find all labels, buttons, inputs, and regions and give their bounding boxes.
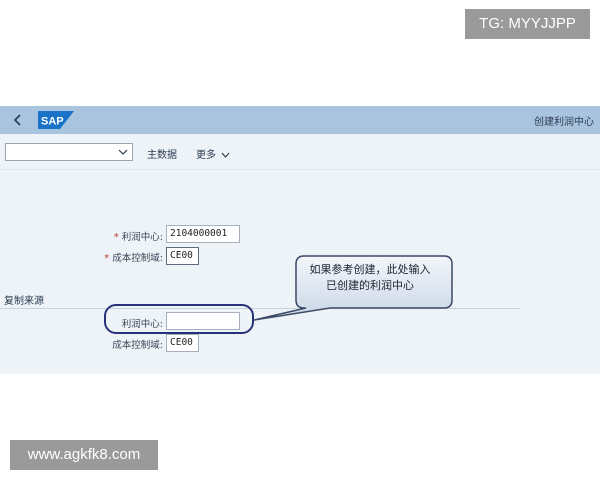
sap-logo: SAP: [38, 111, 74, 129]
copy-controlling-area-input[interactable]: CE00: [166, 334, 199, 352]
annotation-line-1: 如果参考创建，此处输入: [309, 263, 431, 276]
annotation-highlight-ring: [104, 304, 254, 334]
sap-logo-text: SAP: [41, 116, 64, 128]
profit-center-label: * 利润中心:: [114, 229, 163, 243]
tg-handle-badge: TG: MYYJJPP: [465, 9, 590, 39]
controlling-area-label-text: 成本控制域:: [112, 253, 163, 264]
shell-bar: SAP 创建利润中心: [0, 106, 600, 134]
profit-center-input[interactable]: 2104000001: [166, 225, 240, 243]
chevron-down-icon: [221, 152, 230, 158]
copy-from-section-title: 复制来源: [4, 296, 44, 307]
copy-controlling-area-label: 成本控制域:: [112, 340, 163, 351]
variant-select-value: [6, 152, 9, 162]
app-title: 创建利润中心: [534, 117, 594, 128]
annotation-text: 如果参考创建，此处输入 已创建的利润中心: [290, 262, 450, 294]
required-marker: *: [113, 232, 119, 243]
screenshot-page: TG: MYYJJPP SAP 创建利润中心 主数据 更多 * 利润中心: 21…: [0, 0, 600, 480]
profit-center-label-text: 利润中心:: [121, 232, 163, 243]
master-data-button[interactable]: 主数据: [147, 146, 177, 161]
more-menu-label: 更多: [196, 150, 216, 161]
controlling-area-label: * 成本控制域:: [104, 250, 163, 264]
controlling-area-input[interactable]: CE00: [166, 247, 199, 265]
required-marker: *: [104, 253, 110, 264]
more-menu-button[interactable]: 更多: [196, 146, 230, 161]
chevron-left-icon[interactable]: [10, 112, 26, 128]
toolbar: 主数据 更多: [0, 134, 600, 170]
website-watermark: www.agkfk8.com: [10, 440, 158, 470]
chevron-down-icon: [118, 149, 128, 155]
annotation-line-2: 已创建的利润中心: [326, 279, 414, 292]
variant-select[interactable]: [5, 143, 133, 161]
